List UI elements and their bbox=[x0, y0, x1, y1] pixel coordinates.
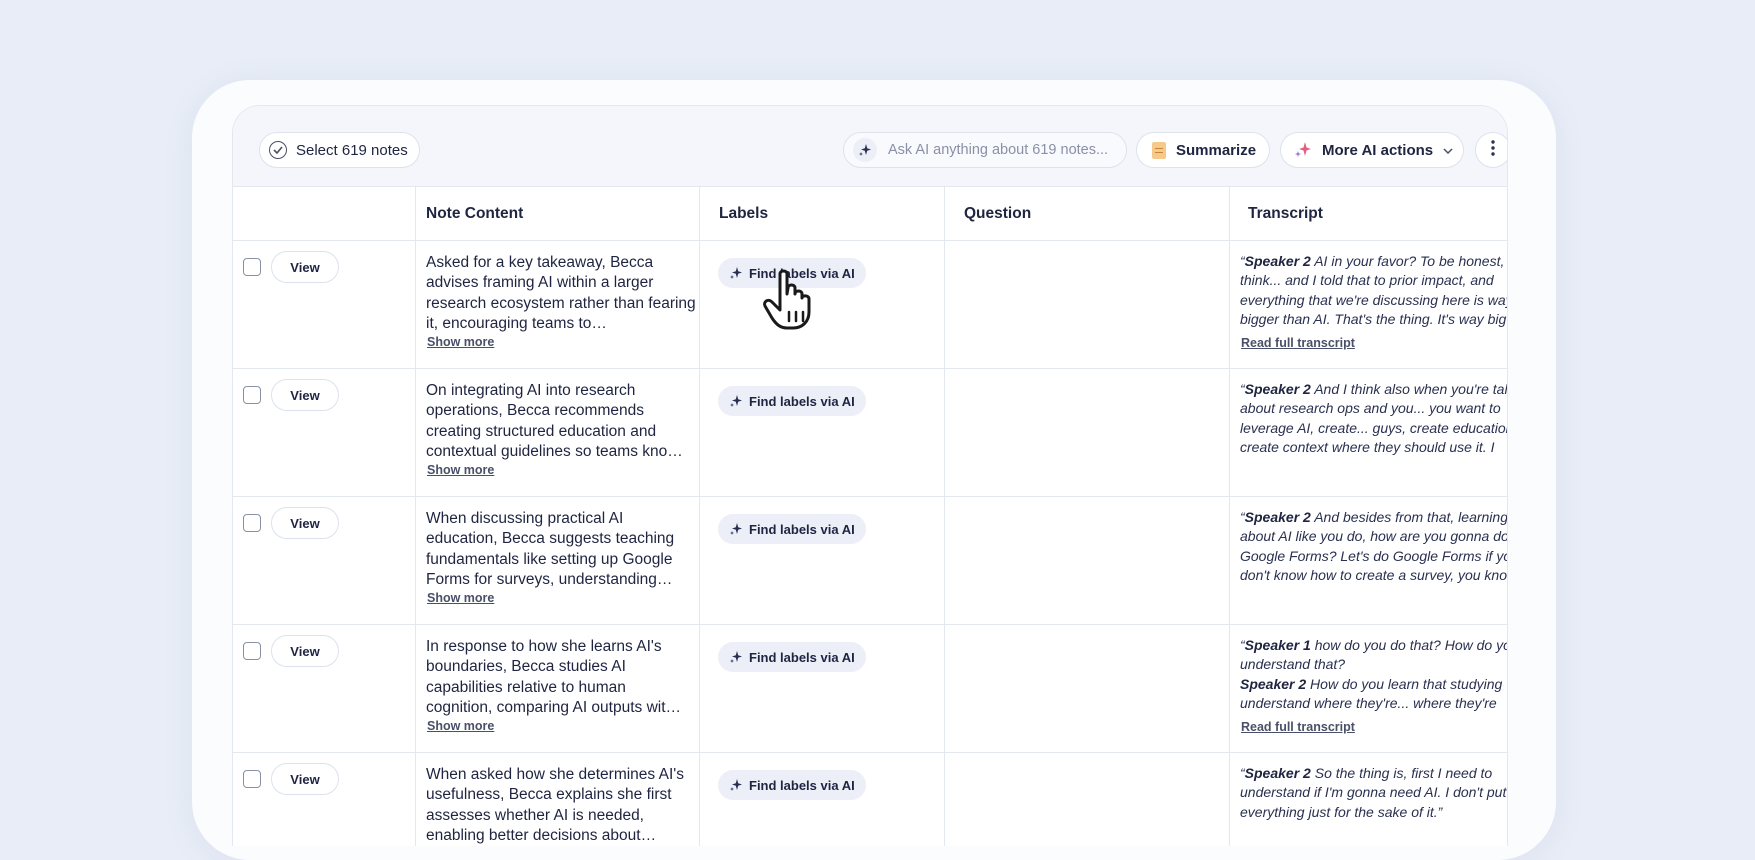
show-more-link[interactable]: Show more bbox=[427, 335, 494, 349]
transcript-excerpt: “Speaker 2 And besides from that, learni… bbox=[1240, 509, 1508, 583]
more-options-button[interactable] bbox=[1475, 132, 1507, 168]
note-content: In response to how she learns AI's bound… bbox=[426, 638, 682, 716]
hand-cursor-icon bbox=[762, 268, 818, 337]
table-row: View On integrating AI into research ope… bbox=[233, 369, 1507, 497]
transcript-excerpt: “Speaker 2 So the thing is, first I need… bbox=[1240, 765, 1507, 820]
find-labels-label: Find labels via AI bbox=[749, 521, 855, 537]
find-labels-button[interactable]: Find labels via AI bbox=[718, 514, 866, 544]
select-notes-label: Select 619 notes bbox=[296, 141, 408, 159]
sparkle-icon bbox=[853, 138, 877, 162]
ask-ai-placeholder: Ask AI anything about 619 notes... bbox=[888, 142, 1109, 158]
chevron-down-icon bbox=[1443, 143, 1453, 157]
document-icon bbox=[1152, 141, 1166, 159]
sparkle-icon bbox=[730, 267, 742, 279]
view-button[interactable]: View bbox=[271, 379, 339, 411]
column-header-question[interactable]: Question bbox=[964, 187, 1031, 240]
row-checkbox[interactable] bbox=[243, 386, 261, 404]
sparkle-icon bbox=[1294, 141, 1312, 159]
show-more-link[interactable]: Show more bbox=[427, 463, 494, 477]
note-content: On integrating AI into research operatio… bbox=[426, 382, 683, 460]
show-more-link[interactable]: Show more bbox=[427, 591, 494, 605]
note-content: When discussing practical AI education, … bbox=[426, 510, 675, 588]
column-header-note-content[interactable]: Note Content bbox=[426, 187, 523, 240]
table-row: View Asked for a key takeaway, Becca adv… bbox=[233, 241, 1507, 369]
summarize-button[interactable]: Summarize bbox=[1136, 132, 1270, 168]
toolbar: Select 619 notes Ask AI anything about 6… bbox=[233, 106, 1507, 187]
sparkle-icon bbox=[730, 651, 742, 663]
table-header: Note Content Labels Question Transcript bbox=[233, 187, 1507, 241]
sparkle-icon bbox=[730, 395, 742, 407]
notes-table-panel: Select 619 notes Ask AI anything about 6… bbox=[232, 105, 1508, 846]
kebab-menu-icon bbox=[1491, 140, 1495, 160]
view-button[interactable]: View bbox=[271, 507, 339, 539]
check-circle-icon bbox=[269, 141, 287, 159]
view-button[interactable]: View bbox=[271, 635, 339, 667]
find-labels-label: Find labels via AI bbox=[749, 777, 855, 793]
note-content: When asked how she determines AI's usefu… bbox=[426, 766, 684, 844]
row-checkbox[interactable] bbox=[243, 258, 261, 276]
sparkle-icon bbox=[730, 779, 742, 791]
column-header-labels[interactable]: Labels bbox=[719, 187, 768, 240]
transcript-excerpt: “Speaker 2 And I think also when you're … bbox=[1240, 381, 1508, 455]
view-button[interactable]: View bbox=[271, 251, 339, 283]
row-checkbox[interactable] bbox=[243, 770, 261, 788]
transcript-excerpt: “Speaker 1 how do you do that? How do yo… bbox=[1240, 637, 1508, 711]
find-labels-button[interactable]: Find labels via AI bbox=[718, 386, 866, 416]
note-content: Asked for a key takeaway, Becca advises … bbox=[426, 254, 696, 332]
find-labels-label: Find labels via AI bbox=[749, 649, 855, 665]
sparkle-icon bbox=[730, 523, 742, 535]
view-button[interactable]: View bbox=[271, 763, 339, 795]
row-checkbox[interactable] bbox=[243, 642, 261, 660]
table-row: View When asked how she determines AI's … bbox=[233, 753, 1507, 846]
row-checkbox[interactable] bbox=[243, 514, 261, 532]
table-row: View When discussing practical AI educat… bbox=[233, 497, 1507, 625]
show-more-link[interactable]: Show more bbox=[427, 719, 494, 733]
find-labels-button[interactable]: Find labels via AI bbox=[718, 770, 866, 800]
read-full-transcript-link[interactable]: Read full transcript bbox=[1241, 720, 1355, 734]
table-row: View In response to how she learns AI's … bbox=[233, 625, 1507, 753]
ask-ai-input[interactable]: Ask AI anything about 619 notes... bbox=[843, 132, 1127, 168]
select-notes-button[interactable]: Select 619 notes bbox=[259, 132, 420, 168]
more-ai-actions-button[interactable]: More AI actions bbox=[1280, 132, 1464, 168]
column-header-transcript[interactable]: Transcript bbox=[1248, 187, 1323, 240]
more-ai-actions-label: More AI actions bbox=[1322, 141, 1434, 159]
find-labels-label: Find labels via AI bbox=[749, 393, 855, 409]
find-labels-button[interactable]: Find labels via AI bbox=[718, 642, 866, 672]
summarize-label: Summarize bbox=[1176, 141, 1257, 159]
read-full-transcript-link[interactable]: Read full transcript bbox=[1241, 336, 1355, 350]
transcript-excerpt: “Speaker 2 AI in your favor? To be hones… bbox=[1240, 253, 1508, 327]
